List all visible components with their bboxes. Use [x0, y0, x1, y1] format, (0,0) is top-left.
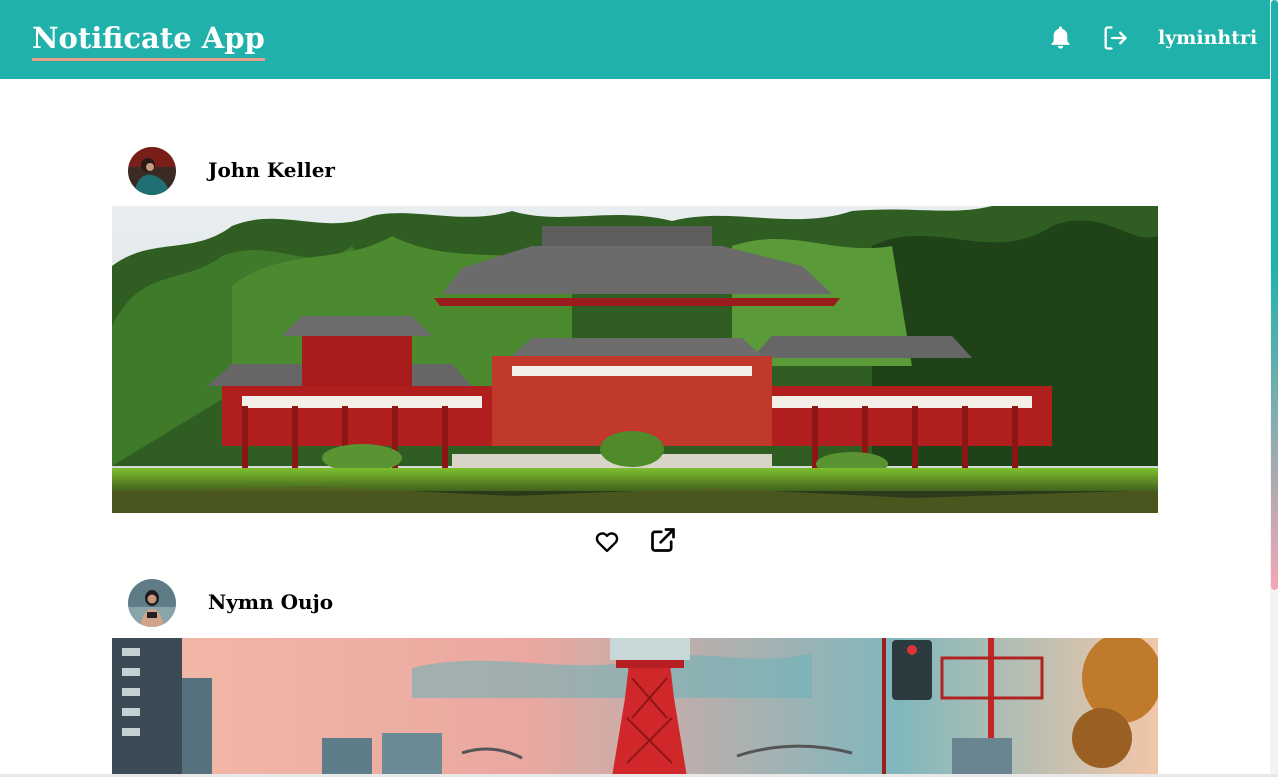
post-author-name[interactable]: Nymn Oujo [208, 589, 333, 615]
post-image [112, 206, 1158, 513]
scrollbar-thumb[interactable] [1271, 0, 1278, 590]
app-brand-link[interactable]: Notificate App [32, 18, 265, 61]
top-navbar: Notificate App lyminhtri [0, 0, 1270, 79]
page-scrollbar[interactable] [1270, 0, 1278, 777]
external-link-icon[interactable] [649, 526, 677, 554]
post-author-name[interactable]: John Keller [208, 157, 335, 183]
avatar[interactable] [128, 579, 176, 627]
post-card: John Keller [112, 147, 1158, 557]
bell-icon[interactable] [1047, 24, 1074, 51]
post-image [112, 638, 1158, 777]
heart-outline-icon[interactable] [593, 527, 621, 555]
sign-out-icon[interactable] [1101, 24, 1129, 52]
username-link[interactable]: lyminhtri [1158, 26, 1257, 50]
avatar[interactable] [128, 147, 176, 195]
post-card: Nymn Oujo [112, 579, 1158, 777]
